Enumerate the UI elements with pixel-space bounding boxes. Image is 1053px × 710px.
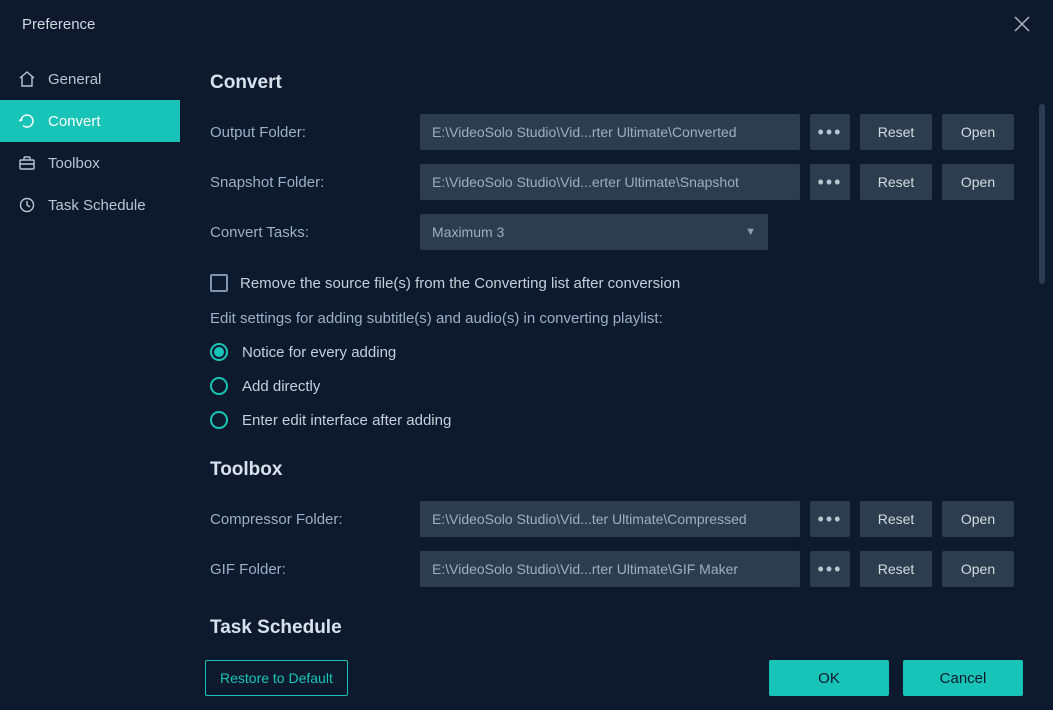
row-convert-tasks: Convert Tasks: Maximum 3 ▼ bbox=[210, 214, 1023, 250]
compressor-folder-label: Compressor Folder: bbox=[210, 511, 410, 528]
reset-snapshot-button[interactable]: Reset bbox=[860, 164, 932, 200]
sidebar-item-toolbox[interactable]: Toolbox bbox=[0, 142, 180, 184]
radio-enter-edit[interactable]: Enter edit interface after adding bbox=[210, 411, 1023, 429]
section-title-convert: Convert bbox=[210, 72, 1023, 94]
open-compressor-button[interactable]: Open bbox=[942, 501, 1014, 537]
footer: Restore to Default OK Cancel bbox=[205, 660, 1023, 696]
radio-icon bbox=[210, 411, 228, 429]
toolbox-icon bbox=[18, 154, 36, 172]
snapshot-folder-input[interactable] bbox=[420, 164, 800, 200]
reset-output-button[interactable]: Reset bbox=[860, 114, 932, 150]
radio-add-directly[interactable]: Add directly bbox=[210, 377, 1023, 395]
output-folder-input[interactable] bbox=[420, 114, 800, 150]
reset-gif-button[interactable]: Reset bbox=[860, 551, 932, 587]
sidebar-item-task-schedule[interactable]: Task Schedule bbox=[0, 184, 180, 226]
sidebar-item-label: Task Schedule bbox=[48, 197, 146, 214]
close-icon[interactable] bbox=[1013, 11, 1031, 37]
radio-label: Add directly bbox=[242, 378, 320, 395]
convert-tasks-select[interactable]: Maximum 3 ▼ bbox=[420, 214, 768, 250]
radio-label: Notice for every adding bbox=[242, 344, 396, 361]
snapshot-folder-label: Snapshot Folder: bbox=[210, 174, 410, 191]
body: General Convert Toolbox Task Schedule bbox=[0, 48, 1053, 710]
clock-icon bbox=[18, 196, 36, 214]
radio-icon bbox=[210, 377, 228, 395]
browse-gif-button[interactable]: ••• bbox=[810, 551, 850, 587]
gif-folder-label: GIF Folder: bbox=[210, 561, 410, 578]
convert-tasks-label: Convert Tasks: bbox=[210, 224, 410, 241]
gif-folder-input[interactable] bbox=[420, 551, 800, 587]
output-folder-label: Output Folder: bbox=[210, 124, 410, 141]
reset-compressor-button[interactable]: Reset bbox=[860, 501, 932, 537]
window-title: Preference bbox=[22, 16, 95, 33]
open-snapshot-button[interactable]: Open bbox=[942, 164, 1014, 200]
scrollbar-track[interactable] bbox=[1043, 104, 1049, 650]
restore-default-button[interactable]: Restore to Default bbox=[205, 660, 348, 696]
row-output-folder: Output Folder: ••• Reset Open bbox=[210, 114, 1023, 150]
refresh-icon bbox=[18, 112, 36, 130]
radio-icon bbox=[210, 343, 228, 361]
ellipsis-icon: ••• bbox=[818, 172, 843, 193]
edit-settings-note: Edit settings for adding subtitle(s) and… bbox=[210, 310, 1023, 327]
preference-window: Preference General Convert bbox=[0, 0, 1053, 710]
sidebar: General Convert Toolbox Task Schedule bbox=[0, 48, 180, 710]
open-gif-button[interactable]: Open bbox=[942, 551, 1014, 587]
section-title-task-schedule: Task Schedule bbox=[210, 617, 1023, 639]
footer-right: OK Cancel bbox=[769, 660, 1023, 696]
ellipsis-icon: ••• bbox=[818, 509, 843, 530]
row-gif-folder: GIF Folder: ••• Reset Open bbox=[210, 551, 1023, 587]
remove-source-checkbox[interactable] bbox=[210, 274, 228, 292]
radio-notice-every[interactable]: Notice for every adding bbox=[210, 343, 1023, 361]
titlebar: Preference bbox=[0, 0, 1053, 48]
row-compressor-folder: Compressor Folder: ••• Reset Open bbox=[210, 501, 1023, 537]
sidebar-item-general[interactable]: General bbox=[0, 58, 180, 100]
radio-label: Enter edit interface after adding bbox=[242, 412, 451, 429]
ellipsis-icon: ••• bbox=[818, 122, 843, 143]
sidebar-item-label: Convert bbox=[48, 113, 101, 130]
section-title-toolbox: Toolbox bbox=[210, 459, 1023, 481]
remove-source-label: Remove the source file(s) from the Conve… bbox=[240, 275, 680, 292]
home-icon bbox=[18, 70, 36, 88]
scrollbar-thumb[interactable] bbox=[1039, 104, 1045, 284]
convert-tasks-value: Maximum 3 bbox=[432, 224, 504, 240]
row-snapshot-folder: Snapshot Folder: ••• Reset Open bbox=[210, 164, 1023, 200]
ellipsis-icon: ••• bbox=[818, 559, 843, 580]
browse-output-button[interactable]: ••• bbox=[810, 114, 850, 150]
browse-compressor-button[interactable]: ••• bbox=[810, 501, 850, 537]
browse-snapshot-button[interactable]: ••• bbox=[810, 164, 850, 200]
sidebar-item-convert[interactable]: Convert bbox=[0, 100, 180, 142]
chevron-down-icon: ▼ bbox=[745, 226, 756, 238]
content: Convert Output Folder: ••• Reset Open Sn… bbox=[180, 48, 1053, 710]
ok-button[interactable]: OK bbox=[769, 660, 889, 696]
open-output-button[interactable]: Open bbox=[942, 114, 1014, 150]
sidebar-item-label: General bbox=[48, 71, 101, 88]
compressor-folder-input[interactable] bbox=[420, 501, 800, 537]
remove-source-row[interactable]: Remove the source file(s) from the Conve… bbox=[210, 274, 1023, 292]
cancel-button[interactable]: Cancel bbox=[903, 660, 1023, 696]
sidebar-item-label: Toolbox bbox=[48, 155, 100, 172]
